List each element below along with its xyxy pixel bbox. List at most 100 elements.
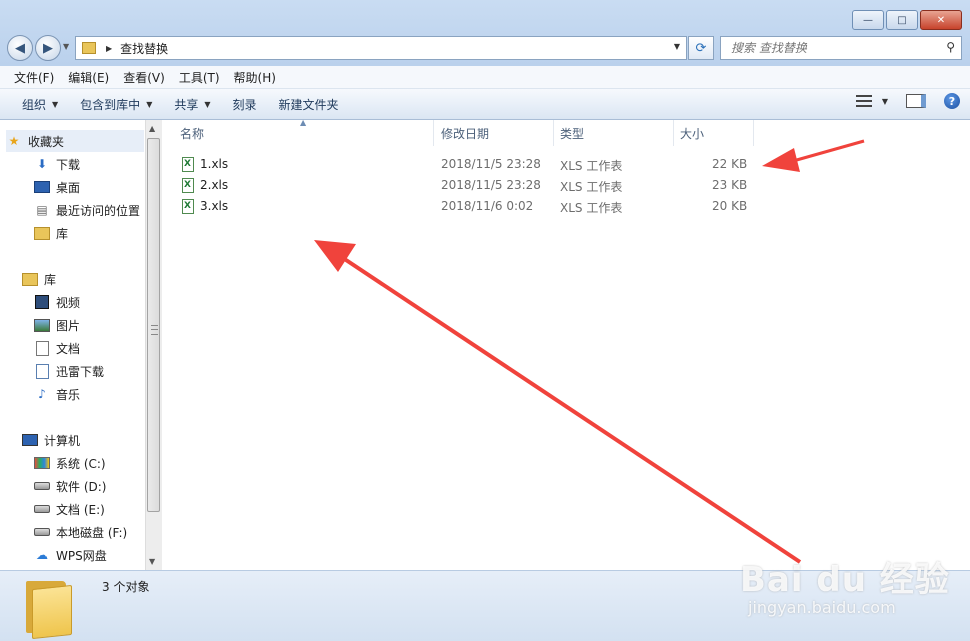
nav-item-drive-d[interactable]: 软件 (D:) [34, 475, 162, 497]
nav-item-wps-cloud[interactable]: ☁ WPS网盘 [34, 544, 162, 566]
scroll-up-icon[interactable]: ▲ [149, 124, 155, 133]
file-size: 23 KB [712, 178, 748, 192]
nav-item-library-fav[interactable]: 库 [34, 222, 162, 244]
view-dropdown-icon[interactable]: ▼ [882, 97, 888, 106]
new-folder-button[interactable]: 新建文件夹 [269, 91, 349, 117]
item-count: 3 个对象 [102, 580, 150, 594]
sort-ascending-icon: ▲ [300, 118, 307, 127]
computer-icon [22, 433, 38, 447]
nav-item-videos[interactable]: 视频 [34, 291, 162, 313]
address-row: ◀ ▶ ▼ ▶ 查找替换 ▼ ⟳ ⚲ [0, 33, 970, 61]
window-controls: — □ ✕ [850, 10, 962, 30]
help-icon[interactable]: ? [944, 93, 960, 109]
nav-computer[interactable]: 计算机 [22, 429, 162, 451]
hard-drive-icon [34, 502, 50, 516]
nav-favorites[interactable]: ★ 收藏夹 [6, 130, 144, 152]
chevron-down-icon: ▼ [146, 99, 153, 109]
search-input[interactable] [729, 40, 933, 56]
nav-item-label: 图片 [56, 318, 81, 333]
table-row[interactable]: 3.xls 2018/11/6 0:02 XLS 工作表 20 KB [162, 196, 782, 217]
chevron-right-icon[interactable]: ▶ [106, 44, 112, 53]
address-dropdown-icon[interactable]: ▼ [674, 42, 680, 51]
file-modified: 2018/11/5 23:28 [441, 157, 541, 171]
nav-favorites-label: 收藏夹 [28, 134, 65, 149]
file-name: 2.xls [200, 178, 229, 192]
library-icon [34, 226, 50, 240]
file-name: 1.xls [200, 157, 229, 171]
document-icon [34, 340, 50, 356]
file-type: XLS 工作表 [560, 201, 623, 215]
table-row[interactable]: 1.xls 2018/11/5 23:28 XLS 工作表 22 KB [162, 154, 782, 175]
refresh-button[interactable]: ⟳ [688, 36, 714, 60]
nav-item-label: 视频 [56, 295, 81, 310]
video-icon [34, 295, 50, 309]
navigation-pane: ★ 收藏夹 ⬇ 下载 桌面 ▤ 最近访问的位置 库 库 视频 图片 文档 迅雷下… [0, 120, 163, 570]
download-folder-icon: ⬇ [36, 157, 48, 171]
nav-item-documents[interactable]: 文档 [34, 337, 162, 359]
nav-item-drive-e[interactable]: 文档 (E:) [34, 498, 162, 520]
nav-computer-label: 计算机 [44, 433, 81, 448]
nav-item-thunder-downloads[interactable]: 迅雷下载 [34, 360, 162, 382]
file-name: 3.xls [200, 199, 229, 213]
library-icon [22, 272, 38, 286]
nav-item-label: 文档 (E:) [56, 502, 105, 517]
maximize-button[interactable]: □ [886, 10, 918, 30]
address-path[interactable]: 查找替换 [120, 40, 168, 57]
search-icon[interactable]: ⚲ [946, 40, 955, 54]
nav-libraries[interactable]: 库 [22, 268, 162, 290]
close-button[interactable]: ✕ [920, 10, 962, 30]
menu-bar: 文件(F) 编辑(E) 查看(V) 工具(T) 帮助(H) [0, 66, 970, 89]
nav-item-label: 下载 [56, 157, 81, 172]
search-box[interactable]: ⚲ [720, 36, 962, 60]
grip-icon [151, 325, 158, 335]
file-list: ▲ 名称 修改日期 类型 大小 1.xls 2018/11/5 23:28 XL… [162, 118, 970, 570]
command-bar: 组织 ▼ 包含到库中 ▼ 共享 ▼ 刻录 新建文件夹 ▼ ? [0, 89, 970, 120]
burn-button[interactable]: 刻录 [223, 91, 267, 117]
recent-pages-dropdown-icon[interactable]: ▼ [63, 42, 69, 51]
pictures-icon [34, 318, 50, 332]
back-button[interactable]: ◀ [7, 35, 33, 61]
forward-button[interactable]: ▶ [35, 35, 61, 61]
baidu-jingyan-watermark: Bai du 经验 jingyan.baidu.com [740, 534, 960, 624]
scroll-down-icon[interactable]: ▼ [149, 557, 155, 566]
menu-tools[interactable]: 工具(T) [173, 69, 226, 86]
system-drive-icon [34, 456, 50, 470]
nav-item-recent[interactable]: ▤ 最近访问的位置 [34, 199, 162, 221]
watermark-url: jingyan.baidu.com [748, 598, 896, 617]
nav-item-desktop[interactable]: 桌面 [34, 176, 162, 198]
excel-file-icon [182, 199, 194, 214]
scrollbar-thumb[interactable] [147, 138, 160, 512]
column-header-name[interactable]: ▲ 名称 [162, 118, 434, 146]
watermark-brand: Bai du 经验 [740, 560, 950, 600]
column-header-modified[interactable]: 修改日期 [434, 120, 554, 146]
menu-edit[interactable]: 编辑(E) [62, 69, 115, 86]
share-button[interactable]: 共享 ▼ [164, 91, 220, 117]
address-bar[interactable]: ▶ 查找替换 ▼ [75, 36, 687, 60]
thunder-download-icon [34, 363, 50, 379]
nav-item-drive-f[interactable]: 本地磁盘 (F:) [34, 521, 162, 543]
menu-file[interactable]: 文件(F) [8, 69, 60, 86]
nav-item-music[interactable]: ♪ 音乐 [34, 383, 162, 405]
nav-item-pictures[interactable]: 图片 [34, 314, 162, 336]
nav-item-drive-c[interactable]: 系统 (C:) [34, 452, 162, 474]
nav-item-downloads[interactable]: ⬇ 下载 [34, 153, 162, 175]
chevron-down-icon: ▼ [204, 99, 211, 109]
menu-view[interactable]: 查看(V) [117, 69, 171, 86]
music-icon: ♪ [38, 387, 46, 401]
column-name-label: 名称 [180, 126, 205, 141]
folder-large-icon [26, 577, 72, 640]
minimize-button[interactable]: — [852, 10, 884, 30]
column-header-size[interactable]: 大小 [674, 120, 754, 146]
include-in-library-button[interactable]: 包含到库中 ▼ [70, 91, 162, 117]
hard-drive-icon [34, 479, 50, 493]
file-modified: 2018/11/5 23:28 [441, 178, 541, 192]
nav-scrollbar[interactable]: ▲ ▼ [145, 120, 162, 570]
organize-button[interactable]: 组织 ▼ [12, 91, 68, 117]
file-modified: 2018/11/6 0:02 [441, 199, 534, 213]
column-header-type[interactable]: 类型 [554, 120, 674, 146]
preview-pane-icon[interactable] [906, 94, 926, 108]
table-row[interactable]: 2.xls 2018/11/5 23:28 XLS 工作表 23 KB [162, 175, 782, 196]
nav-item-label: 库 [56, 226, 69, 241]
view-options-icon[interactable] [855, 95, 872, 107]
menu-help[interactable]: 帮助(H) [228, 69, 282, 86]
